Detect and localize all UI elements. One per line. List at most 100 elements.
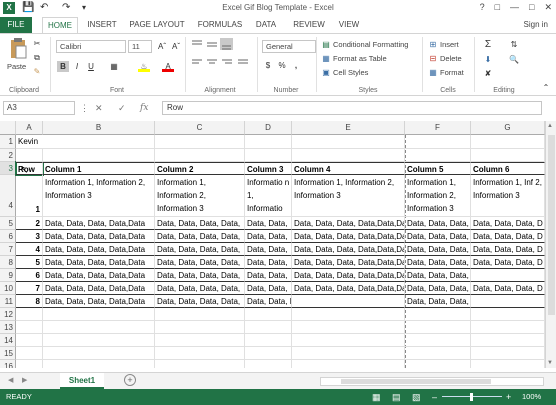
delete-cells-icon[interactable]: ⊟ [427, 53, 439, 64]
formula-input[interactable]: Row [162, 101, 542, 115]
row-header[interactable]: 14 [0, 334, 16, 347]
scroll-up-icon[interactable]: ▲ [547, 123, 553, 129]
row-header[interactable]: 13 [0, 321, 16, 334]
minimize-icon[interactable]: — [510, 2, 519, 13]
scroll-thumb[interactable] [548, 135, 555, 315]
empty-cell[interactable] [245, 321, 292, 334]
data-cell[interactable]: Data, Data, [245, 230, 292, 243]
enter-icon[interactable]: ✓ [118, 101, 126, 115]
format-painter-icon[interactable]: ✎ [31, 66, 43, 77]
row-header[interactable]: 16 [0, 360, 16, 368]
data-cell[interactable]: Data, Data, Data, Data, [155, 269, 245, 282]
row-header[interactable]: 8 [0, 256, 16, 269]
empty-cell[interactable] [245, 135, 292, 149]
horizontal-scrollbar[interactable] [320, 377, 544, 386]
data-cell[interactable]: Data, Data, Data, Data, [155, 282, 245, 295]
paste-button[interactable]: Paste [6, 38, 30, 74]
tab-page-layout[interactable]: PAGE LAYOUT [128, 17, 186, 33]
prev-sheet-icon[interactable]: ◀ [8, 376, 13, 384]
row-header[interactable]: 10 [0, 282, 16, 295]
data-cell[interactable]: Data, Data, Data, Data,Data [245, 295, 292, 308]
data-cell[interactable]: Data, Data, [245, 256, 292, 269]
empty-cell[interactable] [16, 360, 43, 368]
italic-button[interactable]: I [71, 61, 83, 72]
empty-cell[interactable] [471, 321, 545, 334]
percent-button[interactable]: % [276, 60, 288, 71]
empty-cell[interactable] [43, 135, 155, 149]
comma-style-button[interactable]: , [290, 60, 302, 71]
collapse-ribbon-icon[interactable]: ⌃ [540, 82, 552, 93]
empty-cell[interactable] [16, 149, 43, 162]
empty-cell[interactable] [405, 347, 471, 360]
data-cell[interactable]: Data, Data, Data, Data, [155, 217, 245, 230]
column-header-e[interactable]: E [292, 121, 405, 135]
row-header[interactable]: 7 [0, 243, 16, 256]
empty-cell[interactable] [405, 135, 471, 149]
data-cell[interactable]: Data, Data, Data, Data,Data [43, 282, 155, 295]
sign-in-link[interactable]: Sign in [524, 17, 548, 33]
row-number-cell[interactable]: 8 [16, 295, 43, 308]
empty-cell[interactable] [405, 334, 471, 347]
data-cell[interactable]: Data, Data, Data, D [471, 282, 545, 295]
info-cell[interactable]: Information 1, Inf 2, Information 3 [471, 175, 545, 217]
row-header[interactable]: 3 [0, 162, 16, 175]
row-number-cell[interactable]: 3 [16, 230, 43, 243]
empty-cell[interactable] [292, 135, 405, 149]
empty-cell[interactable] [155, 347, 245, 360]
empty-cell[interactable] [292, 308, 405, 321]
data-cell[interactable] [471, 269, 545, 282]
empty-cell[interactable] [43, 321, 155, 334]
data-cell[interactable]: Data, Data, Data, [405, 243, 471, 256]
header-cell[interactable]: Column 6 [471, 162, 545, 175]
close-icon[interactable]: ✕ [544, 2, 552, 13]
data-cell[interactable]: Data, Data, [245, 217, 292, 230]
tab-review[interactable]: REVIEW [290, 17, 328, 33]
maximize-icon[interactable]: □ [529, 2, 534, 13]
currency-icon[interactable]: $ [262, 60, 274, 71]
data-cell[interactable]: Data, Data, Data, D [471, 230, 545, 243]
data-cell[interactable]: Data, Data, Data, Data,Data,Data [292, 243, 405, 256]
zoom-level[interactable]: 100% [522, 389, 541, 405]
row-number-cell[interactable]: 1 [16, 175, 43, 217]
empty-cell[interactable] [292, 334, 405, 347]
column-header-d[interactable]: D [245, 121, 292, 135]
row-number-cell[interactable]: 4 [16, 243, 43, 256]
insert-cells-icon[interactable]: ⊞ [427, 39, 439, 50]
font-color-icon[interactable]: A [162, 61, 174, 72]
data-cell[interactable]: Data, Data, Data, Data,Data [405, 295, 471, 308]
info-cell[interactable]: Information 1, Information 2, Informatio… [43, 175, 155, 217]
data-cell[interactable]: Data, Data, Data, Data,Data [405, 269, 471, 282]
insert-function-icon[interactable]: fx [140, 101, 148, 115]
data-cell[interactable]: Data, Data, Data, Data, [155, 295, 245, 308]
delete-button[interactable]: Delete [440, 54, 462, 63]
empty-cell[interactable] [43, 334, 155, 347]
row-header[interactable]: 5 [0, 217, 16, 230]
empty-cell[interactable] [405, 360, 471, 368]
font-name-combo[interactable]: Calibri [56, 40, 126, 53]
column-header-c[interactable]: C [155, 121, 245, 135]
empty-cell[interactable] [16, 334, 43, 347]
cut-icon[interactable]: ✂ [31, 38, 43, 49]
row-header[interactable]: 9 [0, 269, 16, 282]
column-header-g[interactable]: G [471, 121, 545, 135]
underline-button[interactable]: U [85, 61, 97, 72]
empty-cell[interactable] [245, 347, 292, 360]
empty-cell[interactable] [471, 347, 545, 360]
help-icon[interactable]: ? [480, 2, 485, 13]
row-header[interactable]: 12 [0, 308, 16, 321]
normal-view-icon[interactable]: ▦ [372, 389, 381, 405]
row-header[interactable]: 15 [0, 347, 16, 360]
tab-data[interactable]: DATA [252, 17, 280, 33]
empty-cell[interactable] [292, 149, 405, 162]
empty-cell[interactable] [155, 149, 245, 162]
tab-view[interactable]: VIEW [336, 17, 362, 33]
data-cell[interactable]: Data, Data, [245, 282, 292, 295]
row-number-cell[interactable]: 6 [16, 269, 43, 282]
info-cell[interactable]: Information 1, Information 2, Informatio… [155, 175, 245, 217]
empty-cell[interactable] [43, 308, 155, 321]
next-sheet-icon[interactable]: ▶ [22, 376, 27, 384]
data-cell[interactable] [292, 295, 405, 308]
zoom-slider-handle[interactable] [470, 393, 473, 401]
data-cell[interactable] [471, 295, 545, 308]
sheet-tab-sheet1[interactable]: Sheet1 [60, 373, 104, 389]
